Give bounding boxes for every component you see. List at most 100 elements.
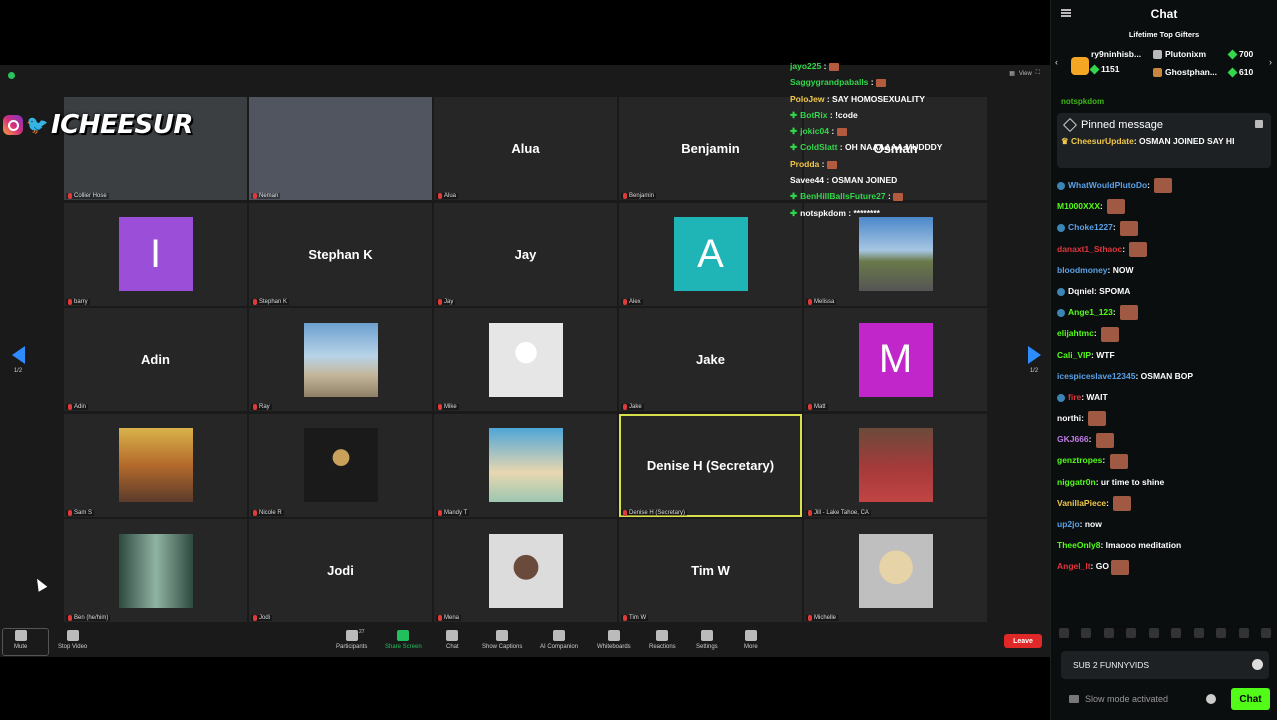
- participant-tile[interactable]: Denise H (Secretary) Denise H (Secretary): [619, 413, 802, 517]
- chat-message-text: :: [1081, 413, 1087, 424]
- participant-tile[interactable]: Stephan K Stephan K: [249, 202, 432, 306]
- emote-icon[interactable]: [1148, 628, 1159, 638]
- participant-tile[interactable]: M Matt: [804, 308, 987, 411]
- chevron-left-icon[interactable]: ‹: [1055, 57, 1058, 67]
- emoji-icon[interactable]: [1252, 659, 1263, 670]
- participant-label-text: Matt: [814, 404, 826, 410]
- chat-input[interactable]: SUB 2 FUNNYVIDS: [1061, 651, 1269, 679]
- participant-tile[interactable]: Jill - Lake Tahoe, CA: [804, 413, 987, 517]
- overlay-chat-text: :: [828, 126, 837, 137]
- chat-username[interactable]: genztropes: [1057, 455, 1102, 465]
- chat-username[interactable]: VanillaPiece: [1057, 498, 1106, 508]
- chat-username[interactable]: up2jo: [1057, 519, 1080, 529]
- participant-tile[interactable]: Tim W Tim W: [619, 519, 802, 622]
- chat-username[interactable]: Ange1_123: [1068, 307, 1113, 317]
- pinned-header: Pinned message: [1057, 113, 1271, 133]
- whiteboards-button[interactable]: Whiteboards: [597, 630, 631, 650]
- participant-tile[interactable]: Ben (he/him): [64, 519, 247, 622]
- chat-message: icespiceslave12345: OSMAN BOP: [1057, 366, 1272, 387]
- emote-icon[interactable]: [1216, 628, 1227, 638]
- participant-tile[interactable]: Benjamin Benjamin: [619, 97, 802, 200]
- chat-username[interactable]: WhatWouldPlutoDo: [1068, 180, 1147, 190]
- participant-tile[interactable]: Adin Adin: [64, 308, 247, 411]
- chat-message: M1000XXX:: [1057, 196, 1272, 217]
- participant-tile[interactable]: Ibarry: [64, 202, 247, 306]
- participant-photo: [118, 428, 193, 502]
- overlay-chat-message: Savee44 : OSMAN JOINED: [790, 172, 990, 188]
- gifter-1-count: 1151: [1089, 64, 1119, 74]
- chat-username[interactable]: Angel_lt: [1057, 561, 1091, 571]
- chat-username[interactable]: danaxt1_Sthaoc: [1057, 244, 1122, 254]
- chat-username[interactable]: GKJ666: [1057, 434, 1089, 444]
- chat-username[interactable]: niggatr0n: [1057, 477, 1096, 487]
- smiley-icon: [656, 630, 669, 641]
- mic-muted-icon: [68, 509, 72, 516]
- send-chat-button[interactable]: Chat: [1231, 688, 1270, 710]
- chat-username[interactable]: northi: [1057, 413, 1081, 423]
- emote-icon[interactable]: [1081, 628, 1092, 638]
- participant-tile[interactable]: Sam S: [64, 413, 247, 517]
- chat-messages: WhatWouldPlutoDo: M1000XXX: Choke1227: d…: [1057, 175, 1272, 578]
- participant-tile[interactable]: A Alex: [619, 202, 802, 306]
- emote-icon[interactable]: [1126, 628, 1137, 638]
- participant-name: Jay: [514, 246, 537, 262]
- user-badge-icon: [1057, 287, 1065, 296]
- mic-muted-icon: [808, 404, 812, 410]
- mute-button[interactable]: Mute: [14, 630, 27, 650]
- more-button[interactable]: More: [744, 630, 758, 650]
- participant-tile[interactable]: Mike: [434, 308, 617, 411]
- chat-username[interactable]: icespiceslave12345: [1057, 371, 1135, 381]
- participant-photo: [303, 322, 378, 397]
- participant-tile[interactable]: Nicole R: [249, 413, 432, 517]
- page-indicator: 1/2: [1029, 368, 1039, 374]
- chat-username[interactable]: Choke1227: [1068, 222, 1113, 232]
- mic-muted-icon: [68, 404, 72, 410]
- settings-button[interactable]: Settings: [696, 630, 718, 650]
- participant-label: Collier Hose: [66, 193, 109, 199]
- participant-tile[interactable]: Jake Jake: [619, 308, 802, 411]
- participant-tile[interactable]: Mena: [434, 519, 617, 622]
- grid-icon: ▦: [1009, 71, 1015, 77]
- chat-username[interactable]: bloodmoney: [1057, 265, 1108, 275]
- emote-icon[interactable]: [1260, 628, 1271, 638]
- show-captions-button[interactable]: Show Captions: [482, 630, 522, 650]
- lock-icon[interactable]: [1255, 120, 1263, 128]
- leave-button[interactable]: Leave: [1004, 634, 1042, 648]
- participant-tile[interactable]: Jodi Jodi: [249, 519, 432, 622]
- chat-username[interactable]: M1000XXX: [1057, 201, 1100, 211]
- collapse-chat-icon[interactable]: [1061, 9, 1071, 17]
- chat-username[interactable]: TheeOnly8: [1057, 540, 1100, 550]
- participant-tile[interactable]: Michelle: [804, 519, 987, 622]
- mic-muted-icon: [68, 193, 72, 199]
- emote-icon: [1129, 241, 1148, 257]
- mute-label: Mute: [14, 644, 28, 650]
- chat-username[interactable]: Cali_VIP: [1057, 350, 1091, 360]
- view-button[interactable]: ▦ View ⛶: [1009, 70, 1040, 77]
- emote-icon[interactable]: [1193, 628, 1204, 638]
- participant-tile[interactable]: Ray: [249, 308, 432, 411]
- chevron-right-icon[interactable]: ›: [1269, 57, 1272, 67]
- chat-button[interactable]: Chat: [446, 630, 459, 650]
- participant-tile[interactable]: Mandy T: [434, 413, 617, 517]
- chat-username[interactable]: Dqniel: [1068, 286, 1094, 296]
- emote-icon[interactable]: [1059, 628, 1069, 638]
- prev-page-button[interactable]: 1/2: [3, 338, 33, 388]
- chat-username[interactable]: fire: [1068, 392, 1081, 402]
- gifter-1: ry9ninhisb...: [1091, 49, 1141, 59]
- mic-muted-icon: [623, 193, 627, 199]
- ai-companion-button[interactable]: AI Companion: [540, 630, 578, 650]
- share-screen-button[interactable]: Share Screen: [385, 630, 422, 650]
- next-page-button[interactable]: 1/2: [1019, 338, 1049, 388]
- participant-tile[interactable]: Jay Jay: [434, 202, 617, 306]
- emote-icon[interactable]: [1171, 628, 1182, 638]
- emote-icon[interactable]: [1238, 628, 1249, 638]
- whiteboards-label: Whiteboards: [597, 644, 631, 650]
- emote-icon[interactable]: [1103, 628, 1114, 638]
- participant-tile[interactable]: Alua Alua: [434, 97, 617, 200]
- stop-video-button[interactable]: Stop Video: [58, 630, 87, 650]
- pinned-user: CheesurUpdate: [1071, 136, 1134, 146]
- participant-tile[interactable]: Neman: [249, 97, 432, 200]
- chat-username[interactable]: elijahtmc: [1057, 328, 1094, 338]
- chat-settings-gear-icon[interactable]: [1206, 694, 1216, 704]
- reactions-button[interactable]: Reactions: [649, 630, 676, 650]
